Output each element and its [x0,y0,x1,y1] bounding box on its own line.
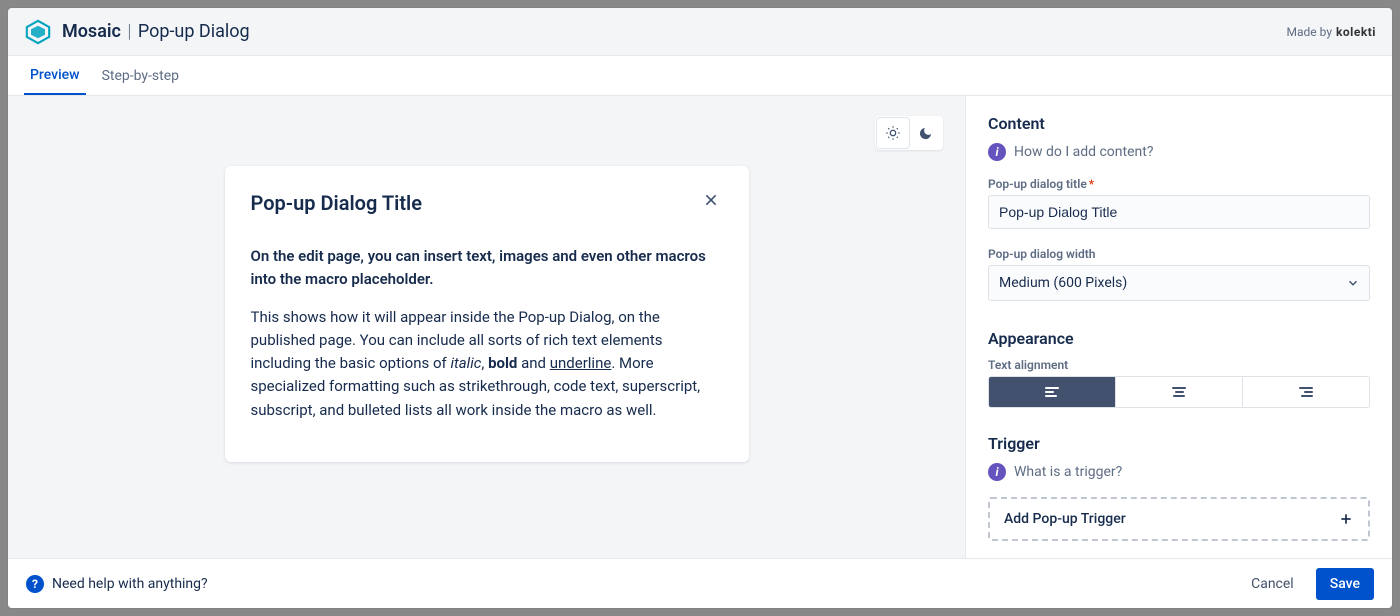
dialog-preview-card: Pop-up Dialog Title On the edit page, yo… [225,166,749,462]
light-theme-button[interactable] [877,118,909,148]
dialog-body-text: This shows how it will appear inside the… [251,306,723,422]
title-field-label: Pop-up dialog title* [988,177,1370,191]
dialog-lead-text: On the edit page, you can insert text, i… [251,245,723,292]
info-icon: i [988,463,1006,481]
trigger-section-heading: Trigger [988,434,1370,453]
add-trigger-label: Add Pop-up Trigger [1004,511,1126,527]
theme-toggle [875,116,943,150]
macro-name: Pop-up Dialog [138,21,250,42]
footer-help-link[interactable]: ? Need help with anything? [26,575,208,593]
info-icon: i [988,143,1006,161]
text-align-segmented [988,376,1370,408]
trigger-help-text: What is a trigger? [1014,464,1122,480]
appearance-section-heading: Appearance [988,329,1370,348]
footer-actions: Cancel Save [1237,568,1374,600]
align-center-icon [1172,387,1186,397]
macro-config-modal: Mosaic | Pop-up Dialog Made by kolekti P… [8,8,1392,608]
content-section-heading: Content [988,114,1370,133]
made-by-label: Made by [1287,25,1332,39]
content-help-text: How do I add content? [1014,144,1153,160]
close-icon [703,192,719,208]
modal-title: Mosaic | Pop-up Dialog [62,21,250,42]
config-panel: Content i How do I add content? Pop-up d… [966,96,1392,558]
align-left-icon [1045,387,1059,397]
align-right-icon [1299,387,1313,397]
sun-icon [885,125,901,141]
dialog-header: Pop-up Dialog Title [251,188,723,217]
align-right-button[interactable] [1243,377,1369,407]
content-help-link[interactable]: i How do I add content? [988,143,1370,161]
dialog-title: Pop-up Dialog Title [251,191,423,215]
dialog-close-button[interactable] [699,188,723,217]
width-select-value: Medium (600 Pixels) [988,265,1370,301]
align-center-button[interactable] [1116,377,1243,407]
required-indicator: * [1089,177,1094,191]
footer-help-text: Need help with anything? [52,576,208,592]
help-icon: ? [26,575,44,593]
width-select[interactable]: Medium (600 Pixels) [988,265,1370,301]
title-input[interactable] [988,195,1370,229]
align-left-button[interactable] [989,377,1116,407]
cancel-button[interactable]: Cancel [1237,568,1308,600]
modal-header: Mosaic | Pop-up Dialog Made by kolekti [8,8,1392,56]
plus-icon [1338,511,1354,527]
dark-theme-button[interactable] [909,118,941,148]
brand-name: Mosaic [62,21,121,42]
modal-body: Pop-up Dialog Title On the edit page, yo… [8,96,1392,558]
width-field-label: Pop-up dialog width [988,247,1370,261]
tab-preview[interactable]: Preview [24,57,86,95]
preview-pane: Pop-up Dialog Title On the edit page, yo… [8,96,966,558]
vendor-name: kolekti [1336,25,1376,39]
save-button[interactable]: Save [1316,568,1374,600]
modal-footer: ? Need help with anything? Cancel Save [8,558,1392,608]
mosaic-logo-icon [24,18,52,46]
align-field-label: Text alignment [988,358,1370,372]
tab-bar: Preview Step-by-step [8,56,1392,96]
made-by-credit: Made by kolekti [1287,25,1376,39]
tab-step-by-step[interactable]: Step-by-step [96,58,185,94]
moon-icon [918,126,933,141]
dialog-body: On the edit page, you can insert text, i… [251,245,723,422]
title-separator: | [127,21,131,42]
add-trigger-button[interactable]: Add Pop-up Trigger [988,497,1370,541]
trigger-help-link[interactable]: i What is a trigger? [988,463,1370,481]
